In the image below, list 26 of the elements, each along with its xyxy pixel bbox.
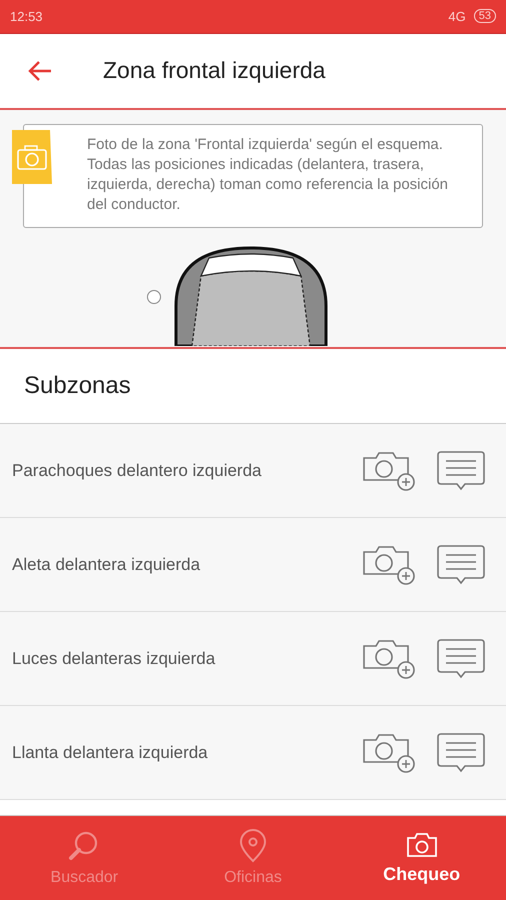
subzone-label: Llanta delantera izquierda — [12, 742, 209, 763]
subzone-row[interactable]: Aleta delantera izquierda — [0, 518, 506, 612]
section-title: Subzonas — [24, 372, 131, 400]
comment-icon[interactable] — [436, 450, 486, 492]
status-time: 12:53 — [10, 8, 43, 24]
position-marker[interactable] — [147, 290, 161, 304]
comment-icon[interactable] — [436, 544, 486, 586]
add-photo-icon[interactable] — [362, 544, 416, 586]
subzone-label: Parachoques delantero izquierda — [12, 460, 263, 481]
add-photo-icon[interactable] — [362, 450, 416, 492]
battery-indicator: 53 — [474, 9, 496, 24]
page-title: Zona frontal izquierda — [103, 57, 326, 84]
info-text: Foto de la zona 'Frontal izquierda' según el esquema. Todas las posiciones indicadas (delantera, trasera, izquierda, derecha) toman como referencia la posición del conductor. — [87, 134, 450, 215]
subzone-label: Luces delanteras izquierda — [12, 648, 216, 669]
location-pin-icon — [238, 829, 268, 864]
subzone-label: Aleta delantera izquierda — [12, 554, 202, 575]
network-label: 4G — [448, 8, 466, 24]
comment-icon[interactable] — [436, 732, 486, 774]
nav-tab[interactable]: Chequeo — [337, 816, 506, 900]
comment-icon[interactable] — [436, 638, 486, 680]
back-icon[interactable] — [27, 60, 53, 82]
add-photo-icon[interactable] — [362, 732, 416, 774]
add-photo-icon[interactable] — [362, 638, 416, 680]
camera-icon — [406, 832, 438, 858]
subzone-row[interactable]: Luces delanteras izquierda — [0, 612, 506, 706]
subzone-row[interactable]: Parachoques delantero izquierda — [0, 424, 506, 518]
